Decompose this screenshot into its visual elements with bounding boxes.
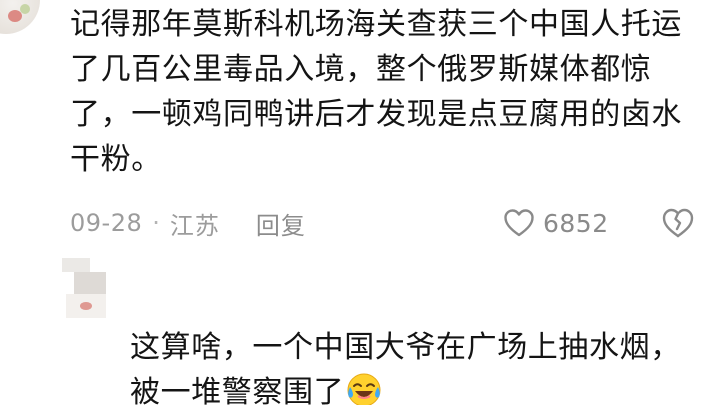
comment-body: 记得那年莫斯科机场海关查获三个中国人托运了几百公里毒品入境，整个俄罗斯媒体都惊了… — [70, 7, 682, 177]
reply-button[interactable]: 回复 — [256, 206, 306, 241]
crying-laughing-emoji-icon — [347, 373, 381, 405]
comment-meta: 09-28 · 江苏 回复 — [70, 206, 306, 240]
like-count: 6852 — [543, 208, 609, 238]
comment-thread: 记得那年莫斯科机场海关查获三个中国人托运了几百公里毒品入境，整个俄罗斯媒体都惊了… — [0, 0, 720, 405]
commenter-avatar[interactable] — [0, 0, 40, 34]
reply-body: 这算啥，一个中国大爷在广场上抽水烟，被一堆警察围了 — [130, 325, 690, 405]
reply-text: 这算啥，一个中国大爷在广场上抽水烟，被一堆警察围了 — [130, 330, 681, 405]
replier-avatar[interactable] — [62, 258, 106, 318]
dislike-button[interactable] — [660, 206, 696, 240]
heart-outline-icon — [504, 209, 534, 237]
broken-heart-icon — [662, 208, 694, 238]
meta-separator: · — [152, 209, 160, 237]
comment-date: 09-28 — [70, 209, 143, 237]
like-button[interactable]: 6852 — [503, 205, 609, 241]
comment-location: 江苏 — [169, 211, 220, 240]
